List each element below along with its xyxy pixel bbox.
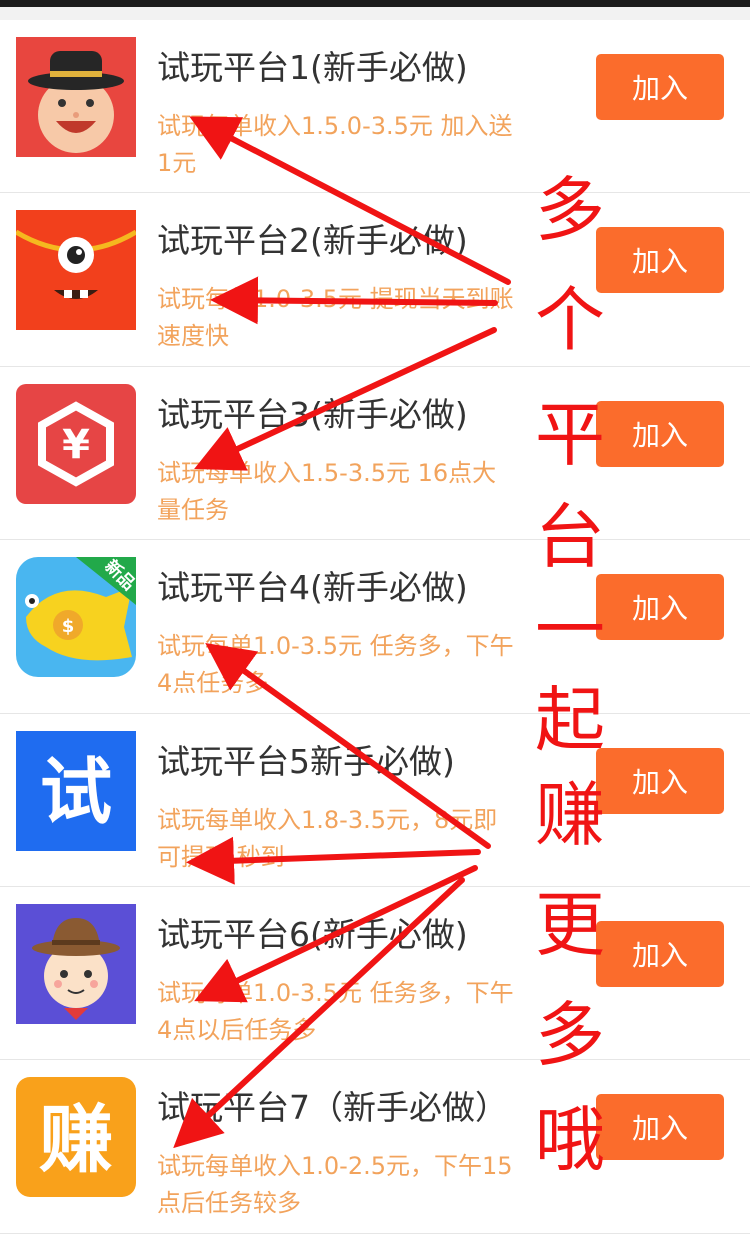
coin-glyph: $ <box>62 616 75 637</box>
zhuan-character-icon: 赚 <box>16 1077 136 1198</box>
list-item[interactable]: 赚 试玩平台7（新手必做） 试玩每单收入1.0-2.5元，下午15点后任务较多 … <box>0 1060 750 1234</box>
top-divider <box>0 7 750 20</box>
status-bar <box>0 0 750 7</box>
item-title: 试玩平台5新手必做) <box>157 741 455 781</box>
join-button[interactable]: 加入 <box>596 747 724 814</box>
yuan-glyph: ¥ <box>62 422 90 468</box>
join-button[interactable]: 加入 <box>596 1094 724 1161</box>
shi-character-icon: 试 <box>16 730 136 851</box>
list-item[interactable]: 试玩平台6(新手必做) 试玩每单1.0-3.5元 任务多，下午4点以后任务多 加… <box>0 886 750 1061</box>
annotation-char: 更 <box>535 884 605 966</box>
item-desc: 试玩每单1.0-3.5元 提现当天到账速度快 <box>157 285 514 351</box>
annotation-char: 平 <box>535 394 605 476</box>
item-desc: 试玩每单收入1.0-2.5元，下午15点后任务较多 <box>157 1152 513 1218</box>
list-item[interactable]: ¥ 试玩平台3(新手必做) 试玩每单收入1.5-3.5元 16点大量任务 加入 <box>0 366 750 541</box>
annotation-char: 个 <box>535 279 605 361</box>
join-button[interactable]: 加入 <box>596 54 724 120</box>
item-title: 试玩平台1(新手必做) <box>157 48 468 87</box>
platform-list: 试玩平台1(新手必做) 试玩每单收入1.5.0-3.5元 加入送1元 加入 试玩… <box>0 20 750 1234</box>
shi-glyph: 试 <box>40 750 112 834</box>
item-title: 试玩平台7（新手必做） <box>157 1088 508 1128</box>
annotation-char: 台 <box>535 496 605 578</box>
annotation-char: 一 <box>535 589 605 671</box>
annotation-char: 多 <box>535 169 605 251</box>
item-desc: 试玩每单收入1.5.0-3.5元 加入送1元 <box>157 112 513 177</box>
annotation-char: 多 <box>535 994 605 1076</box>
annotation-char: 起 <box>535 679 605 761</box>
item-title: 试玩平台2(新手必做) <box>157 221 468 261</box>
item-title: 试玩平台6(新手必做) <box>157 914 468 954</box>
join-button[interactable]: 加入 <box>596 400 724 467</box>
item-desc: 试玩每单1.0-3.5元 任务多，下午4点任务多 <box>157 632 514 698</box>
join-button[interactable]: 加入 <box>596 227 724 294</box>
item-desc: 试玩每单收入1.8-3.5元，8元即可提现 秒到 <box>157 805 498 871</box>
zhuan-glyph: 赚 <box>39 1097 113 1183</box>
list-item[interactable]: $ 新品 试玩平台4(新手必做) 试玩每单1.0-3.5元 任务多，下午4点任务… <box>0 540 750 714</box>
yuan-hexagon-icon: ¥ <box>16 383 136 504</box>
item-desc: 试玩每单收入1.5-3.5元 16点大量任务 <box>157 458 497 524</box>
list-item[interactable]: 试玩平台2(新手必做) 试玩每单1.0-3.5元 提现当天到账速度快 加入 <box>0 193 750 367</box>
one-eyed-monster-icon <box>16 210 136 331</box>
coin-fish-icon: $ 新品 <box>16 557 136 678</box>
annotation-char: 赚 <box>535 774 605 856</box>
list-item[interactable]: 试 试玩平台5新手必做) 试玩每单收入1.8-3.5元，8元即可提现 秒到 加入 <box>0 713 750 887</box>
join-button[interactable]: 加入 <box>596 920 724 987</box>
hat-man-face-icon <box>16 37 136 157</box>
annotation-char: 哦 <box>535 1099 605 1181</box>
item-title: 试玩平台3(新手必做) <box>157 394 468 434</box>
item-title: 试玩平台4(新手必做) <box>157 568 468 608</box>
join-button[interactable]: 加入 <box>596 574 724 641</box>
cowboy-kid-icon <box>16 903 136 1024</box>
item-desc: 试玩每单1.0-3.5元 任务多，下午4点以后任务多 <box>157 978 514 1044</box>
list-item[interactable]: 试玩平台1(新手必做) 试玩每单收入1.5.0-3.5元 加入送1元 加入 <box>0 20 750 194</box>
